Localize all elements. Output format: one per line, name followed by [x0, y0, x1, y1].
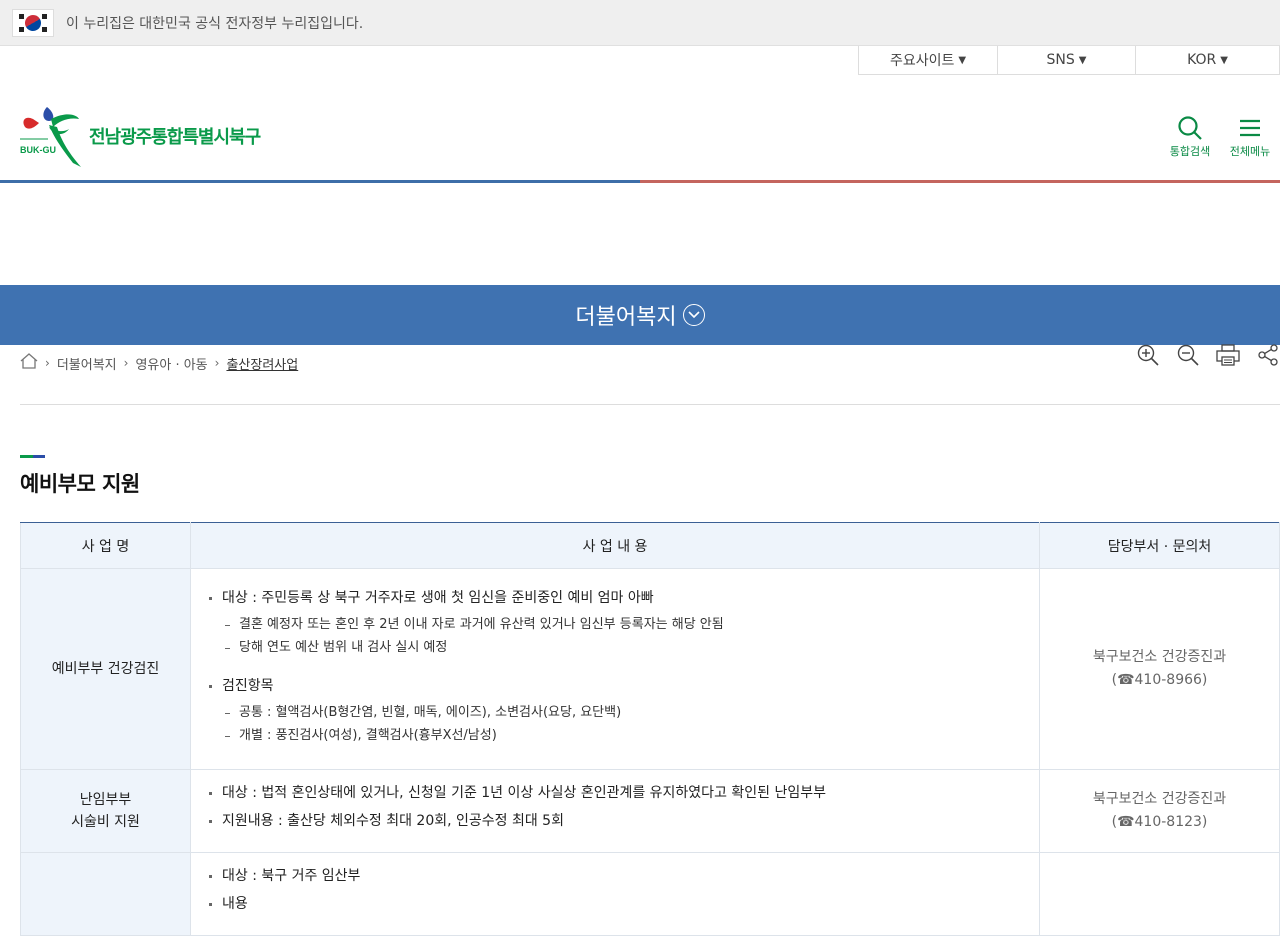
department-name: 북구보건소 건강증진과: [1092, 791, 1227, 807]
contact-cell: [1039, 852, 1280, 936]
util-major-sites[interactable]: 주요사이트 ▼: [858, 46, 998, 75]
chevron-down-circle-icon: [682, 304, 705, 326]
breadcrumb-item[interactable]: 영유아 · 아동: [135, 354, 207, 373]
home-icon[interactable]: [20, 353, 38, 373]
page-tools: [1136, 343, 1280, 367]
program-details: 대상 : 법적 혼인상태에 있거나, 신청일 기준 1년 이상 사실상 혼인관계…: [190, 769, 1040, 853]
site-logo[interactable]: BUK-GU 전남광주통합특별시북구: [19, 105, 261, 167]
breadcrumb-row: › 더불어복지 › 영유아 · 아동 › 출산장려사업: [20, 343, 1280, 405]
integrated-search-button[interactable]: 통합검색: [1163, 115, 1217, 159]
table-row: 대상 : 북구 거주 임산부 내용: [20, 852, 1280, 936]
sub-list-item: 당해 연도 예산 범위 내 검사 실시 예정: [225, 638, 1019, 658]
list-item: 검진항목: [209, 675, 1019, 697]
site-header: BUK-GU 전남광주통합특별시북구 통합검색 전체메뉴: [0, 75, 1280, 180]
table-row: 난임부부 시술비 지원 대상 : 법적 혼인상태에 있거나, 신청일 기준 1년…: [20, 769, 1280, 853]
util-language[interactable]: KOR ▼: [1135, 46, 1280, 75]
sub-list-item: 공통 : 혈액검사(B형간염, 빈혈, 매독, 에이즈), 소변검사(요당, 요…: [225, 703, 1019, 723]
program-name: [20, 852, 191, 936]
utility-bar: 주요사이트 ▼ SNS ▼ KOR ▼: [0, 46, 1280, 75]
hamburger-menu-icon: [1240, 119, 1260, 137]
util-major-sites-label: 주요사이트: [889, 53, 955, 69]
breadcrumb-current[interactable]: 출산장려사업: [226, 354, 298, 373]
program-details: 대상 : 북구 거주 임산부 내용: [190, 852, 1040, 936]
column-header: 담당부서 · 문의처: [1039, 522, 1280, 569]
chevron-right-icon: ›: [123, 356, 129, 370]
section-menu-toggle[interactable]: 더불어복지: [0, 285, 1280, 345]
visual-area: [0, 183, 1280, 285]
korea-flag-icon: [12, 8, 54, 37]
contact-cell: 북구보건소 건강증진과 (☎410-8123): [1039, 769, 1280, 853]
breadcrumb-item[interactable]: 더불어복지: [57, 354, 117, 373]
contact-cell: 북구보건소 건강증진과 (☎410-8966): [1039, 568, 1280, 770]
phone-number: (☎410-8123): [1111, 814, 1208, 830]
phone-number: (☎410-8966): [1111, 672, 1208, 688]
search-button-label: 통합검색: [1169, 145, 1211, 158]
gov-banner: 이 누리집은 대한민국 공식 전자정부 누리집입니다.: [0, 0, 1280, 46]
list-item: 대상 : 주민등록 상 북구 거주자로 생애 첫 임신을 준비중인 예비 엄마 …: [209, 587, 1019, 609]
zoom-in-icon[interactable]: [1136, 343, 1160, 367]
sub-list-item: 결혼 예정자 또는 혼인 후 2년 이내 자로 과거에 유산력 있거나 임신부 …: [225, 615, 1019, 635]
breadcrumb: › 더불어복지 › 영유아 · 아동 › 출산장려사업: [20, 353, 298, 373]
page-title: 예비부모 지원: [20, 472, 140, 496]
chevron-right-icon: ›: [214, 356, 220, 370]
program-name: 난임부부 시술비 지원: [20, 769, 191, 853]
buk-gu-emblem-icon: BUK-GU: [19, 105, 85, 167]
svg-text:BUK-GU: BUK-GU: [20, 145, 56, 155]
site-name: 전남광주통합특별시북구: [89, 127, 261, 148]
main-content: 예비부모 지원 사 업 명 사 업 내 용 담당부서 · 문의처 예비부부 건강…: [0, 455, 1280, 936]
caret-down-icon: ▼: [1220, 54, 1228, 66]
program-details: 대상 : 주민등록 상 북구 거주자로 생애 첫 임신을 준비중인 예비 엄마 …: [190, 568, 1040, 770]
all-menu-button[interactable]: 전체메뉴: [1223, 115, 1277, 159]
column-header: 사 업 내 용: [190, 522, 1040, 569]
caret-down-icon: ▼: [958, 54, 967, 66]
menu-button-label: 전체메뉴: [1229, 145, 1271, 158]
sub-list-item: 개별 : 풍진검사(여성), 결핵검사(흉부X선/남성): [225, 726, 1019, 746]
list-item: 내용: [209, 893, 1019, 915]
program-table: 사 업 명 사 업 내 용 담당부서 · 문의처 예비부부 건강검진 대상 : …: [20, 522, 1280, 936]
chevron-right-icon: ›: [45, 356, 50, 370]
util-sns-label: SNS: [1046, 52, 1075, 68]
list-item: 지원내용 : 출산당 체외수정 최대 20회, 인공수정 최대 5회: [209, 810, 1019, 832]
section-title: 더불어복지: [575, 305, 677, 330]
gov-banner-text: 이 누리집은 대한민국 공식 전자정부 누리집입니다.: [66, 15, 364, 32]
program-name: 예비부부 건강검진: [20, 568, 191, 770]
list-item: 대상 : 법적 혼인상태에 있거나, 신청일 기준 1년 이상 사실상 혼인관계…: [209, 782, 1019, 804]
table-header-row: 사 업 명 사 업 내 용 담당부서 · 문의처: [20, 522, 1280, 569]
search-icon: [1178, 116, 1202, 140]
zoom-out-icon[interactable]: [1176, 343, 1200, 367]
caret-down-icon: ▼: [1078, 54, 1087, 66]
title-accent: [20, 455, 45, 458]
list-item: 대상 : 북구 거주 임산부: [209, 865, 1019, 887]
department-name: 북구보건소 건강증진과: [1092, 649, 1227, 665]
header-divider: [0, 180, 1280, 183]
util-sns[interactable]: SNS ▼: [997, 46, 1136, 75]
print-icon[interactable]: [1216, 343, 1240, 367]
table-row: 예비부부 건강검진 대상 : 주민등록 상 북구 거주자로 생애 첫 임신을 준…: [20, 568, 1280, 770]
column-header: 사 업 명: [20, 522, 191, 569]
util-language-label: KOR: [1187, 52, 1217, 68]
share-icon[interactable]: [1256, 343, 1280, 367]
